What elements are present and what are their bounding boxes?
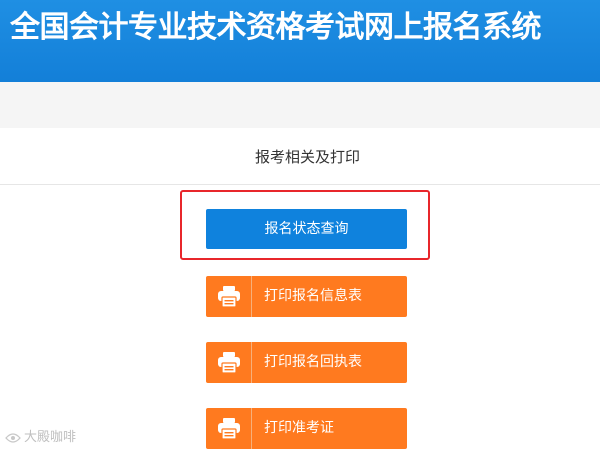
spacer-bar xyxy=(0,91,600,119)
print-receipt-label: 打印报名回执表 xyxy=(264,354,362,370)
status-query-button[interactable]: 报名状态查询 xyxy=(206,209,407,249)
site-title: 全国会计专业技术资格考试网上报名系统 xyxy=(10,10,542,45)
watermark-text: 大殿咖啡 xyxy=(24,430,77,445)
printer-icon xyxy=(218,286,240,308)
print-info-label: 打印报名信息表 xyxy=(264,288,362,304)
print-admission-button[interactable]: 打印准考证 xyxy=(206,408,407,449)
printer-icon-area xyxy=(206,408,252,449)
print-receipt-button[interactable]: 打印报名回执表 xyxy=(206,342,407,383)
section-title: 报考相关及打印 xyxy=(254,148,360,166)
print-admission-label: 打印准考证 xyxy=(264,420,334,436)
watermark: 大殿咖啡 xyxy=(4,428,76,448)
printer-icon xyxy=(218,418,240,440)
gray-spacer-band xyxy=(0,82,600,128)
watermark-logo-icon xyxy=(5,432,21,443)
print-info-button[interactable]: 打印报名信息表 xyxy=(206,276,407,317)
printer-icon-area xyxy=(206,276,252,317)
site-header: 全国会计专业技术资格考试网上报名系统 xyxy=(0,0,600,82)
printer-icon-area xyxy=(206,342,252,383)
printer-icon xyxy=(218,352,240,374)
